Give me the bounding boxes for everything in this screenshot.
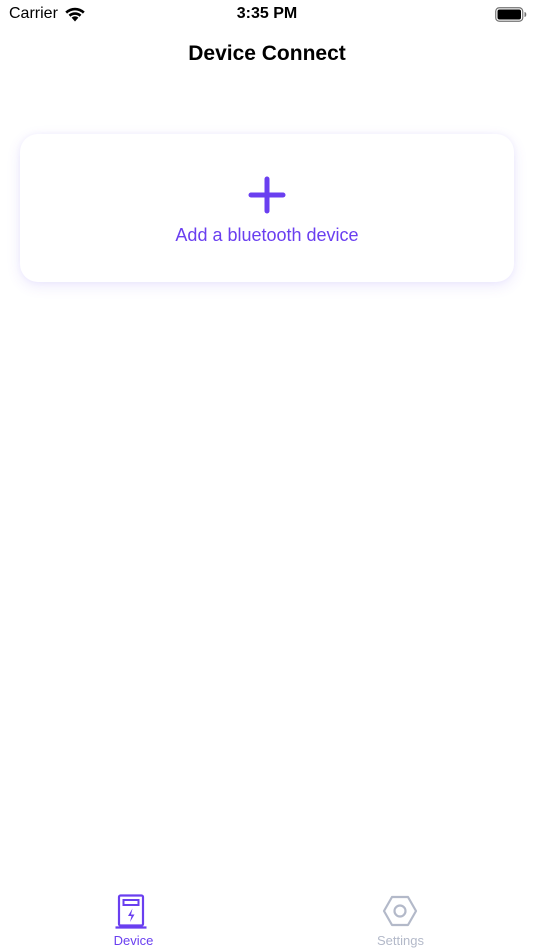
screen: Carrier 3:35 PM Device Connect Add a blu… [0,0,534,950]
clock: 3:35 PM [236,5,298,22]
page-title: Device Connect [188,42,346,65]
tab-bar: Device Settings [0,880,534,950]
tab-settings-label: Settings [377,933,424,948]
plus-icon [248,176,286,214]
tab-device-label: Device [113,933,154,948]
tab-device[interactable]: Device [0,880,267,950]
add-device-card[interactable]: Add a bluetooth device [20,134,514,282]
battery-icon [495,7,527,22]
add-device-label: Add a bluetooth device [175,225,359,245]
status-bar: Carrier 3:35 PM [0,0,534,28]
device-icon [115,894,147,929]
settings-icon [382,895,418,927]
tab-settings[interactable]: Settings [267,880,534,950]
